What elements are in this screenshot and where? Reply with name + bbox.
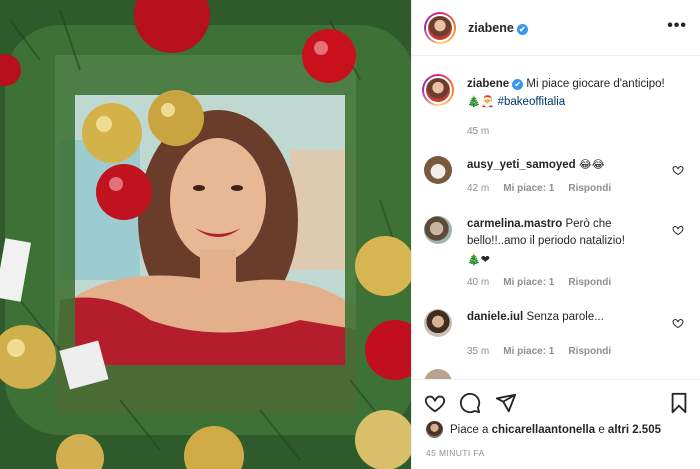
caption-username[interactable]: ziabene bbox=[467, 78, 509, 90]
post-header: ziabene ✔ ••• bbox=[412, 0, 700, 56]
author-avatar[interactable] bbox=[424, 11, 456, 44]
comment-likes[interactable]: Mi piace: 1 bbox=[503, 183, 554, 194]
post-actions: Piace a chicarellaantonella e altri 2.50… bbox=[412, 379, 700, 469]
verified-icon: ✔ bbox=[516, 23, 528, 35]
like-heart-icon[interactable] bbox=[424, 392, 446, 414]
liker-avatar[interactable] bbox=[426, 421, 443, 438]
likes-joiner: e bbox=[598, 423, 605, 436]
likes-others[interactable]: altri 2.505 bbox=[608, 424, 661, 436]
caption-text: Mi piace giocare d'anticipo! bbox=[526, 78, 665, 90]
comment-avatar[interactable] bbox=[424, 369, 452, 379]
save-bookmark-icon[interactable] bbox=[668, 392, 690, 414]
comment-username[interactable]: daniele.iul bbox=[467, 311, 523, 323]
caption-body: ziabene ✔ Mi piace giocare d'anticipo! 🎄🎅… bbox=[467, 76, 667, 140]
comment-likes[interactable]: Mi piace: 1 bbox=[503, 346, 554, 357]
like-comment-heart-icon[interactable] bbox=[672, 164, 684, 176]
verified-icon: ✔ bbox=[512, 79, 524, 90]
post-image bbox=[0, 0, 411, 469]
comment-username[interactable]: carmelina.mastro bbox=[467, 218, 562, 230]
post-photo[interactable] bbox=[0, 0, 411, 469]
comment-emojis: 🎄❤ bbox=[467, 253, 490, 266]
caption-hashtag[interactable]: #bakeoffitalia bbox=[498, 96, 566, 108]
caption-time[interactable]: 45 m bbox=[467, 126, 489, 137]
comment-body: carmelina.mastro Però che bello!!..amo i… bbox=[467, 216, 667, 291]
liked-by-username[interactable]: chicarellaantonella bbox=[492, 424, 596, 436]
caption-avatar[interactable] bbox=[422, 74, 454, 106]
more-options-icon[interactable]: ••• bbox=[667, 18, 687, 34]
comment-time[interactable]: 35 m bbox=[467, 346, 489, 357]
comments-list[interactable]: ziabene ✔ Mi piace giocare d'anticipo! 🎄🎅… bbox=[412, 57, 700, 379]
comment-avatar[interactable] bbox=[424, 309, 452, 337]
like-comment-heart-icon[interactable] bbox=[672, 317, 684, 329]
comment-text: Senza parole... bbox=[526, 311, 604, 323]
author-username[interactable]: ziabene ✔ bbox=[468, 21, 528, 35]
comment-emojis: 😂😂 bbox=[578, 158, 605, 171]
like-comment-heart-icon[interactable] bbox=[672, 224, 684, 236]
comment-body: daniele.iul Senza parole... 35 m Mi piace… bbox=[467, 309, 667, 360]
comment-avatar[interactable] bbox=[424, 216, 452, 244]
comment-avatar[interactable] bbox=[424, 156, 452, 184]
caption-emojis: 🎄🎅 bbox=[467, 95, 495, 108]
reply-button[interactable]: Rispondi bbox=[568, 183, 611, 194]
post-side-panel: ziabene ✔ ••• ziabene ✔ Mi piace giocare d… bbox=[411, 0, 700, 469]
comment-time[interactable]: 40 m bbox=[467, 277, 489, 288]
comment-bubble-icon[interactable] bbox=[459, 392, 481, 414]
comment-likes[interactable]: Mi piace: 1 bbox=[503, 277, 554, 288]
likes-summary[interactable]: Piace a chicarellaantonella e altri 2.50… bbox=[426, 421, 661, 438]
comment-body: ausy_yeti_samoyed 😂😂 42 m Mi piace: 1 Risp… bbox=[467, 156, 667, 197]
likes-prefix: Piace a bbox=[450, 423, 489, 436]
share-paper-plane-icon[interactable] bbox=[495, 392, 517, 414]
reply-button[interactable]: Rispondi bbox=[568, 277, 611, 288]
comment-username[interactable]: ausy_yeti_samoyed bbox=[467, 159, 576, 171]
comment-time[interactable]: 42 m bbox=[467, 183, 489, 194]
reply-button[interactable]: Rispondi bbox=[568, 346, 611, 357]
post-timestamp[interactable]: 45 MINUTI FA bbox=[426, 448, 485, 458]
